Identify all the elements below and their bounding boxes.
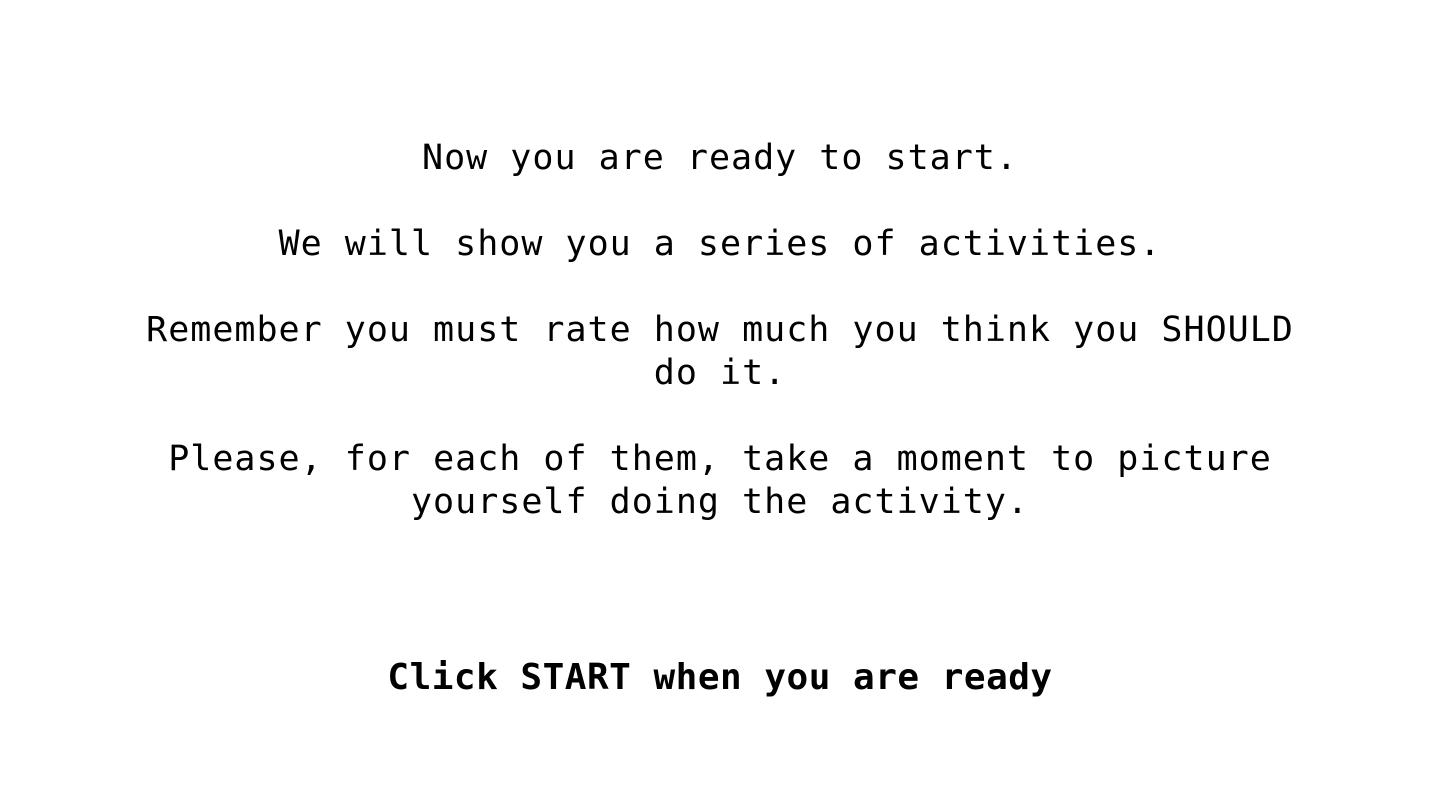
instruction-screen: Now you are ready to start. We will show…: [0, 0, 1440, 810]
start-prompt: Click START when you are ready: [387, 657, 1053, 698]
activities-text: We will show you a series of activities.: [278, 224, 1162, 264]
instructions-block: Now you are ready to start. We will show…: [0, 137, 1440, 524]
ready-text: Now you are ready to start.: [422, 138, 1018, 178]
picture-yourself-text: Please, for each of them, take a moment …: [168, 439, 1272, 522]
rating-reminder-text: Remember you must rate how much you thin…: [146, 310, 1294, 393]
